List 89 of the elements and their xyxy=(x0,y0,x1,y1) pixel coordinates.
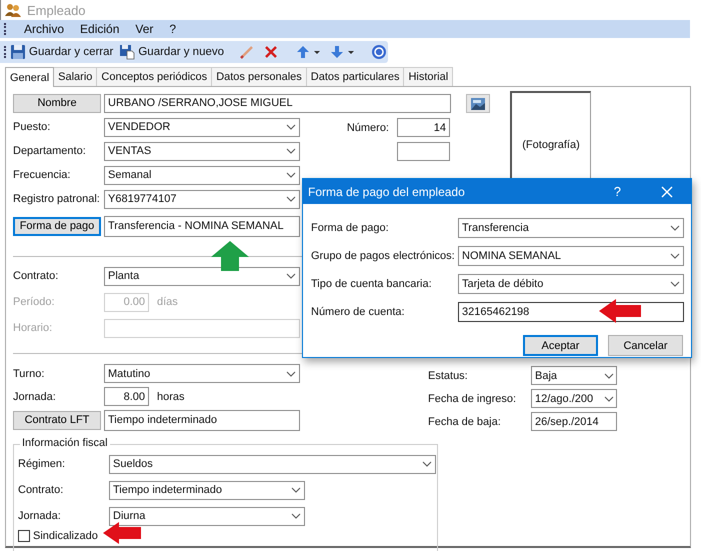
payment-field: Transferencia - NOMINA SEMANAL xyxy=(104,216,300,236)
dropdown[interactable]: Matutino xyxy=(104,364,300,383)
field-label: Fecha de baja: xyxy=(428,416,502,428)
field-label: Tipo de cuenta bancaria: xyxy=(311,278,433,290)
help-button[interactable]: ? xyxy=(608,183,627,200)
save-close-button[interactable]: Guardar y cerrar xyxy=(8,44,116,60)
chevron-icon xyxy=(670,281,680,287)
tab[interactable]: Conceptos periódicos xyxy=(96,67,212,86)
field-label: Jornada: xyxy=(13,390,57,402)
field-label: Departamento: xyxy=(13,145,87,157)
floppy-page-icon xyxy=(119,44,136,60)
input-field[interactable] xyxy=(397,142,450,161)
tab[interactable]: Salario xyxy=(53,67,98,86)
dropdown[interactable]: VENTAS xyxy=(104,142,300,160)
tab[interactable]: Datos particulares xyxy=(306,67,404,86)
dropdown[interactable]: Tiempo indeterminado xyxy=(109,480,305,500)
number-field[interactable]: 8.00 xyxy=(104,387,149,406)
field-label: Número de cuenta: xyxy=(311,306,406,318)
date-field[interactable]: 26/sep./2014 xyxy=(531,412,617,431)
cancel-button[interactable]: Cancelar xyxy=(608,335,683,356)
up-arrow-icon xyxy=(210,240,250,272)
field-label: Forma de pago: xyxy=(311,222,390,234)
name-button[interactable]: Nombre xyxy=(13,94,101,112)
tab[interactable]: General xyxy=(5,67,54,87)
field-label: Puesto: xyxy=(13,121,52,133)
number-field[interactable]: 14 xyxy=(397,118,450,137)
payment-button[interactable]: Forma de pago xyxy=(13,216,101,236)
input-field[interactable] xyxy=(104,318,300,338)
chevron-icon xyxy=(286,148,296,154)
field-label: Fecha de ingreso: xyxy=(428,392,518,404)
dropdown[interactable]: Baja xyxy=(531,366,617,385)
dropdown[interactable]: Tarjeta de débito xyxy=(458,274,684,294)
checkbox-label: Sindicalizado xyxy=(33,530,98,542)
dropdown[interactable]: Semanal xyxy=(104,166,300,184)
chevron-icon xyxy=(286,370,296,376)
field-label: Registro patronal: xyxy=(13,193,101,205)
field-label: Grupo de pagos electrónicos: xyxy=(311,250,456,262)
field-label: Jornada: xyxy=(18,510,62,522)
users-icon xyxy=(5,3,21,17)
image-button[interactable] xyxy=(466,94,490,113)
chevron-icon xyxy=(286,273,296,279)
chevron-icon xyxy=(422,461,432,467)
dropdown[interactable]: Y6819774107 xyxy=(104,190,300,208)
dropdown[interactable]: VENDEDOR xyxy=(104,118,300,136)
window-title: Empleado xyxy=(27,2,86,18)
dropdown[interactable]: Diurna xyxy=(109,506,305,526)
chevron-icon xyxy=(670,225,680,231)
dropdown[interactable]: Planta xyxy=(104,266,300,286)
dropdown[interactable]: NOMINA SEMANAL xyxy=(458,246,684,266)
menu-item[interactable]: ? xyxy=(169,22,176,36)
unit-label: días xyxy=(157,296,178,308)
name-field[interactable]: URBANO /SERRANO,JOSE MIGUEL xyxy=(104,94,451,112)
contract-field: Tiempo indeterminado xyxy=(104,410,300,430)
field-label: Estatus: xyxy=(428,370,469,382)
chevron-icon xyxy=(291,487,301,493)
chevron-icon xyxy=(604,372,614,378)
field-label: Horario: xyxy=(13,322,54,334)
dialog-title: Forma de pago del empleado xyxy=(308,184,466,198)
field-label: Contrato: xyxy=(18,484,64,496)
unit-label: horas xyxy=(157,390,185,402)
dropdown[interactable]: Sueldos xyxy=(109,454,436,474)
left-arrow-icon xyxy=(598,298,642,324)
checkbox[interactable] xyxy=(18,530,30,542)
group-title: Información fiscal xyxy=(20,437,110,449)
tab[interactable]: Datos personales xyxy=(211,67,307,86)
field-label: Régimen: xyxy=(18,458,66,470)
field-label: Período: xyxy=(13,296,56,308)
chevron-icon xyxy=(604,396,614,402)
dropdown[interactable]: Transferencia xyxy=(458,218,684,238)
menu-item[interactable]: Ver xyxy=(135,22,154,36)
field-label: Contrato: xyxy=(13,270,60,282)
dropdown[interactable]: 12/ago./200 xyxy=(531,389,617,408)
chevron-icon xyxy=(286,124,296,130)
chevron-icon xyxy=(670,253,680,259)
save-new-button[interactable]: Guardar y nuevo xyxy=(117,44,226,60)
field-label: Frecuencia: xyxy=(13,169,72,181)
accept-button[interactable]: Aceptar xyxy=(523,335,598,356)
menu-item[interactable]: Archivo xyxy=(24,22,64,36)
floppy-icon xyxy=(10,44,26,60)
contract-button[interactable]: Contrato LFT xyxy=(13,410,101,430)
chevron-icon xyxy=(286,196,296,202)
landscape-icon xyxy=(471,98,485,110)
left-arrow-icon xyxy=(102,521,142,545)
chevron-icon xyxy=(286,172,296,178)
field-label: Número: xyxy=(346,122,389,134)
chevron-icon xyxy=(291,513,301,519)
tab[interactable]: Historial xyxy=(403,67,454,86)
field-label: Turno: xyxy=(13,368,46,380)
menu-item[interactable]: Edición xyxy=(80,22,120,36)
